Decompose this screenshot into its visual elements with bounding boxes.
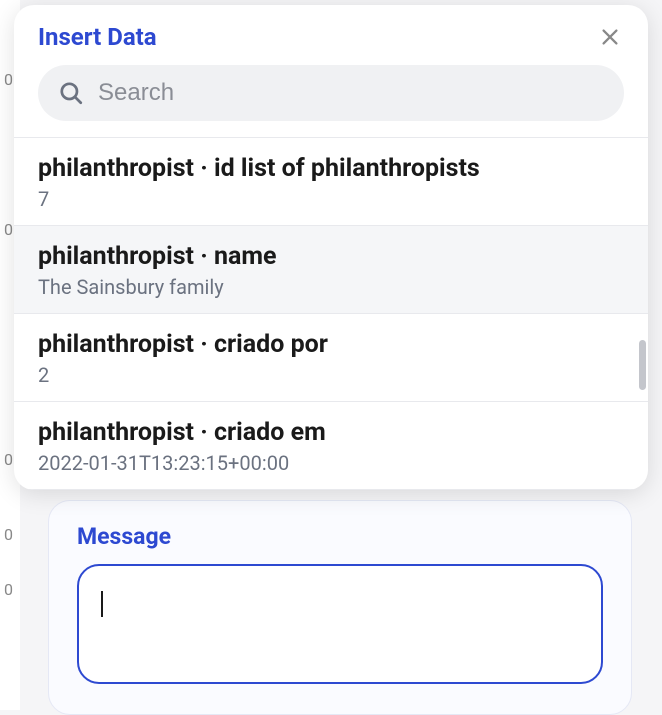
list-item-title: philanthropist · criado em — [38, 418, 624, 447]
list-item-title: philanthropist · criado por — [38, 330, 624, 359]
scrollbar-thumb[interactable] — [639, 340, 646, 390]
close-button[interactable] — [596, 23, 624, 51]
list-item[interactable]: philanthropist · criado em 2022-01-31T13:… — [14, 402, 648, 490]
list-item[interactable]: philanthropist · name The Sainsbury famil… — [14, 226, 648, 314]
insert-data-modal: Insert Data philanthropist · id list of … — [14, 5, 648, 490]
list-item-value: 2022-01-31T13:23:15+00:00 — [38, 451, 624, 475]
close-icon — [599, 26, 621, 48]
search-wrap — [14, 65, 648, 137]
list-item[interactable]: philanthropist · id list of philanthropi… — [14, 138, 648, 226]
message-label: Message — [77, 523, 603, 550]
message-panel: Message — [48, 500, 632, 715]
search-bar[interactable] — [38, 65, 624, 121]
bg-cell: 0 — [4, 505, 13, 565]
list-item-value: 2 — [38, 363, 624, 387]
list-item-title: philanthropist · id list of philanthropi… — [38, 154, 624, 183]
message-input[interactable] — [77, 564, 603, 684]
list-item-value: The Sainsbury family — [38, 275, 624, 299]
data-list: philanthropist · id list of philanthropi… — [14, 137, 648, 490]
search-icon — [58, 80, 84, 106]
modal-title: Insert Data — [38, 23, 157, 51]
bg-cell: 0 — [4, 560, 13, 620]
modal-header: Insert Data — [14, 5, 648, 65]
list-item-title: philanthropist · name — [38, 242, 624, 271]
text-cursor — [101, 591, 103, 617]
bg-cell: 0 — [4, 430, 13, 490]
bg-cell: 0 — [4, 200, 13, 260]
list-item[interactable]: philanthropist · criado por 2 — [14, 314, 648, 402]
list-item-value: 7 — [38, 187, 624, 211]
search-input[interactable] — [98, 79, 604, 107]
bg-cell: 0 — [4, 50, 13, 110]
